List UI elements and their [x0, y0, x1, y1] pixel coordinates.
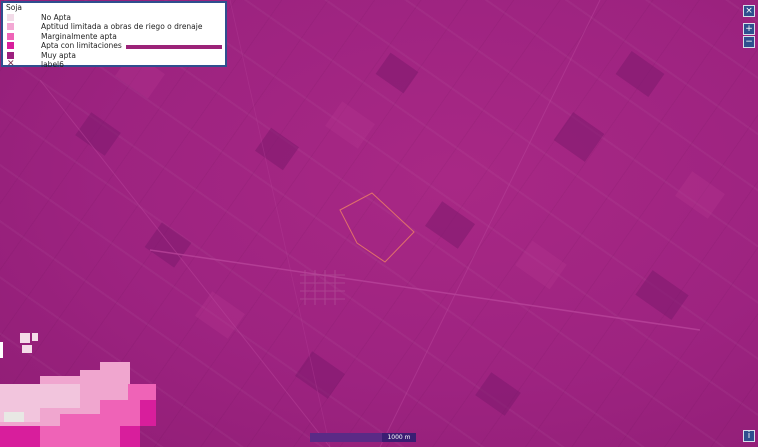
- road-line: [229, 0, 331, 447]
- field-patch: [295, 351, 345, 399]
- legend-item-marginalmente-apta: Marginalmente apta: [7, 32, 217, 41]
- field-patch: [195, 291, 245, 339]
- legend-item-no-apta: No Apta: [7, 13, 217, 22]
- close-button[interactable]: ×: [743, 5, 755, 17]
- legend-swatch: [7, 33, 14, 40]
- field-patch: [615, 51, 665, 97]
- legend-line-sample: [126, 45, 222, 49]
- field-patch: [515, 240, 567, 290]
- legend-label: label6: [41, 60, 64, 69]
- legend-item-aptitud-limitada: Aptitud limitada a obras de riego o dren…: [7, 22, 217, 31]
- legend-swatch: [7, 23, 14, 30]
- zoom-in-button[interactable]: +: [743, 23, 755, 35]
- field-patch: [375, 52, 419, 94]
- scale-label: 1000 m: [382, 433, 416, 442]
- field-patch: [635, 270, 689, 320]
- zoom-out-button[interactable]: −: [743, 36, 755, 48]
- legend-label: Muy apta: [41, 51, 76, 60]
- info-button[interactable]: i: [743, 430, 755, 442]
- field-patch: [144, 222, 192, 268]
- legend-label: Aptitud limitada a obras de riego o dren…: [41, 22, 203, 31]
- town-grid: [300, 270, 345, 305]
- legend-item-muy-apta: Muy apta: [7, 51, 217, 60]
- legend-label: No Apta: [41, 13, 72, 22]
- legend-label: Marginalmente apta: [41, 32, 117, 41]
- legend-title: Soja: [6, 3, 23, 12]
- suitability-raster: [0, 333, 156, 447]
- map-edge-marker: [0, 342, 3, 358]
- legend-item-label6: ✕ label6: [7, 59, 217, 70]
- cross-icon: ✕: [7, 59, 15, 69]
- field-patch: [325, 101, 375, 149]
- field-patch: [553, 112, 605, 162]
- legend-swatch: [7, 52, 14, 59]
- legend-panel: Soja No Apta Aptitud limitada a obras de…: [1, 1, 227, 70]
- field-patch: [425, 201, 475, 249]
- legend-label: Apta con limitaciones: [41, 41, 122, 50]
- legend-swatch: [7, 42, 14, 49]
- field-patch: [675, 171, 725, 219]
- field-patch: [475, 372, 521, 416]
- legend-swatch: [7, 14, 14, 21]
- parcel-outline: [339, 192, 415, 263]
- field-patch: [255, 127, 299, 171]
